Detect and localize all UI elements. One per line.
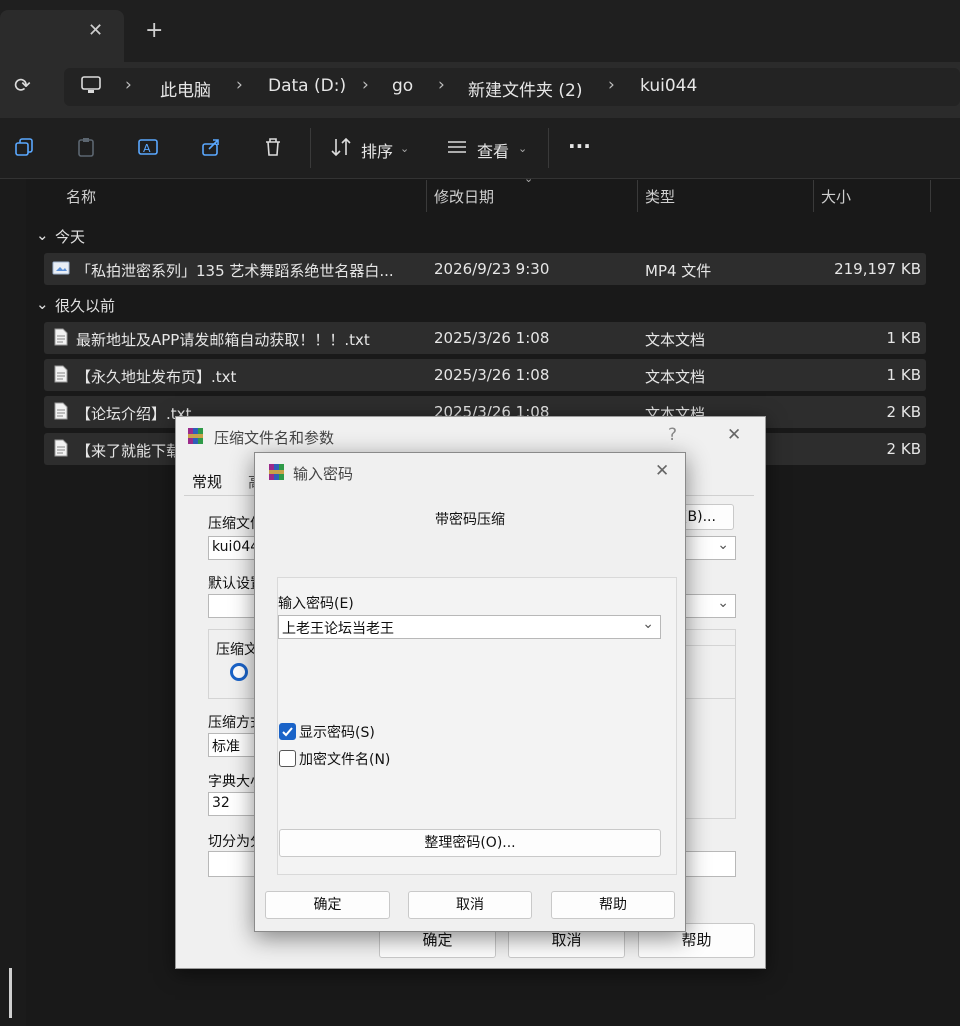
options-group bbox=[684, 645, 736, 819]
chevron-down-icon[interactable]: ⌄ bbox=[518, 142, 527, 155]
chevron-down-icon[interactable]: ⌄ bbox=[717, 537, 729, 553]
tab-close-icon[interactable]: ✕ bbox=[88, 20, 103, 41]
group-header-long-ago[interactable]: 很久以前 bbox=[55, 295, 115, 316]
group-header-today[interactable]: 今天 bbox=[55, 226, 85, 247]
text-file-icon bbox=[54, 439, 68, 457]
organize-passwords-button[interactable]: 整理密码(O)... bbox=[279, 829, 661, 857]
file-size: 2 KB bbox=[886, 440, 921, 458]
breadcrumb-this-pc[interactable]: 此电脑 bbox=[160, 76, 211, 101]
column-header-date[interactable]: 修改日期 bbox=[434, 186, 494, 207]
winrar-icon bbox=[188, 428, 203, 444]
file-type: 文本文档 bbox=[645, 368, 706, 386]
file-name[interactable]: 最新地址及APP请发邮箱自动获取！！！.txt bbox=[76, 329, 421, 350]
column-header-type[interactable]: 类型 bbox=[645, 186, 675, 207]
text-file-icon bbox=[54, 365, 68, 383]
text-file-icon bbox=[54, 328, 68, 346]
password-dialog: 输入密码 ✕ 带密码压缩 输入密码(E) 上老王论坛当老王 ⌄ 显示密码(S) … bbox=[254, 452, 686, 932]
file-type: MP4 文件 bbox=[645, 262, 712, 280]
file-name[interactable]: 「私拍泄密系列」135 艺术舞蹈系绝世名器白... bbox=[76, 260, 421, 281]
file-date: 2025/3/26 1:08 bbox=[434, 329, 550, 347]
cancel-button[interactable]: 取消 bbox=[408, 891, 532, 919]
tab-strip bbox=[0, 0, 960, 62]
column-divider[interactable] bbox=[930, 180, 931, 212]
password-input[interactable]: 上老王论坛当老王 ⌄ bbox=[278, 615, 661, 639]
sort-icon[interactable] bbox=[330, 136, 352, 158]
column-header-name[interactable]: 名称 bbox=[66, 186, 96, 207]
breadcrumb-chevron-icon[interactable]: › bbox=[236, 75, 243, 95]
dialog-title: 压缩文件名和参数 bbox=[214, 429, 335, 447]
computer-icon bbox=[81, 76, 101, 93]
text-file-icon bbox=[54, 402, 68, 420]
copy-icon[interactable] bbox=[13, 136, 35, 158]
file-size: 1 KB bbox=[886, 366, 921, 384]
password-value: 上老王论坛当老王 bbox=[282, 621, 394, 637]
file-size: 2 KB bbox=[886, 403, 921, 421]
file-date: 2025/3/26 1:08 bbox=[434, 366, 550, 384]
view-icon[interactable] bbox=[446, 136, 468, 158]
help-icon[interactable]: ? bbox=[668, 425, 677, 445]
file-type: 文本文档 bbox=[645, 331, 706, 349]
tab-general[interactable]: 常规 bbox=[192, 471, 222, 492]
column-divider[interactable] bbox=[813, 180, 814, 212]
checkmark-icon bbox=[282, 727, 293, 737]
password-label: 输入密码(E) bbox=[278, 596, 354, 612]
format-label: 压缩文 bbox=[216, 642, 258, 658]
column-header-size[interactable]: 大小 bbox=[821, 186, 851, 207]
scroll-indicator[interactable] bbox=[9, 968, 12, 1018]
more-options-icon[interactable]: ··· bbox=[568, 134, 591, 158]
file-name[interactable]: 【来了就能下载 bbox=[76, 440, 186, 461]
format-radio[interactable] bbox=[230, 663, 248, 681]
view-button[interactable]: 查看 bbox=[477, 138, 509, 162]
svg-text:A: A bbox=[143, 142, 151, 155]
group-collapse-icon[interactable]: ⌄ bbox=[36, 226, 49, 244]
file-size: 219,197 KB bbox=[834, 260, 921, 278]
chevron-down-icon[interactable]: ⌄ bbox=[400, 142, 409, 155]
column-divider[interactable] bbox=[637, 180, 638, 212]
breadcrumb-go[interactable]: go bbox=[392, 76, 413, 96]
breadcrumb-chevron-icon[interactable]: › bbox=[438, 75, 445, 95]
refresh-icon[interactable]: ⟳ bbox=[14, 73, 31, 97]
breadcrumb-data-drive[interactable]: Data (D:) bbox=[268, 76, 346, 96]
compression-method-value: 标准 bbox=[212, 739, 240, 755]
toolbar-separator bbox=[310, 128, 311, 168]
close-icon[interactable]: ✕ bbox=[655, 461, 669, 481]
new-tab-icon[interactable]: + bbox=[145, 18, 163, 43]
breadcrumb-chevron-icon[interactable]: › bbox=[125, 75, 132, 95]
column-divider[interactable] bbox=[426, 180, 427, 212]
chevron-down-icon[interactable]: ⌄ bbox=[642, 616, 654, 632]
winrar-icon bbox=[269, 464, 284, 480]
encrypt-filenames-label[interactable]: 加密文件名(N) bbox=[299, 749, 390, 769]
delete-icon[interactable] bbox=[262, 136, 284, 158]
show-password-label[interactable]: 显示密码(S) bbox=[299, 722, 375, 742]
file-size: 1 KB bbox=[886, 329, 921, 347]
share-icon[interactable] bbox=[200, 136, 222, 158]
file-date: 2026/9/23 9:30 bbox=[434, 260, 550, 278]
dictionary-size-value: 32 bbox=[212, 795, 230, 811]
chevron-down-icon[interactable]: ⌄ bbox=[717, 595, 729, 611]
sort-button[interactable]: 排序 bbox=[361, 138, 393, 162]
show-password-checkbox[interactable] bbox=[279, 723, 296, 740]
archive-name-value: kui044 bbox=[212, 539, 260, 555]
explorer-tab[interactable] bbox=[0, 10, 124, 62]
encrypt-filenames-checkbox[interactable] bbox=[279, 750, 296, 767]
breadcrumb-new-folder[interactable]: 新建文件夹 (2) bbox=[468, 76, 582, 101]
sort-indicator-icon: ⌄ bbox=[524, 172, 534, 185]
dialog-title: 输入密码 bbox=[293, 465, 354, 483]
breadcrumb-chevron-icon[interactable]: › bbox=[362, 75, 369, 95]
toolbar-separator bbox=[548, 128, 549, 168]
breadcrumb-kui044[interactable]: kui044 bbox=[640, 76, 697, 96]
close-icon[interactable]: ✕ bbox=[727, 425, 741, 445]
video-file-icon bbox=[52, 261, 70, 275]
breadcrumb-chevron-icon[interactable]: › bbox=[608, 75, 615, 95]
help-button[interactable]: 帮助 bbox=[551, 891, 675, 919]
dialog-heading: 带密码压缩 bbox=[435, 512, 505, 528]
ok-button[interactable]: 确定 bbox=[265, 891, 390, 919]
paste-icon[interactable] bbox=[75, 136, 97, 158]
group-collapse-icon[interactable]: ⌄ bbox=[36, 295, 49, 313]
rename-icon[interactable]: A bbox=[137, 136, 159, 158]
file-name[interactable]: 【永久地址发布页】.txt bbox=[76, 366, 421, 387]
navigation-pane bbox=[0, 179, 26, 1026]
